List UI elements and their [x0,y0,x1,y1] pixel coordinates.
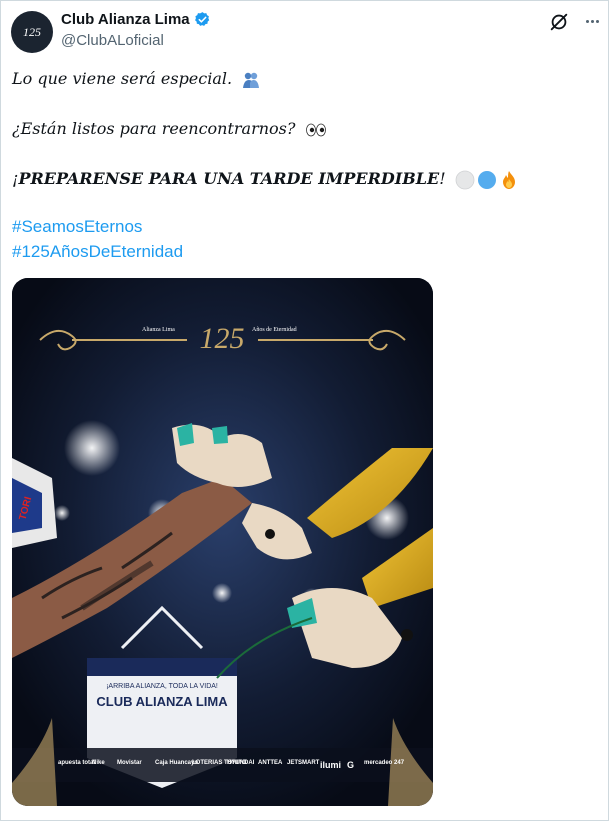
tweet-media-image[interactable]: 125 ¡ARRIBA ALIANZA, TODA LA VIDA! CLUB … [12,278,433,806]
author-display-name[interactable]: Club Alianza Lima [61,11,190,28]
sponsor-logo: G [347,760,355,770]
avatar-label: 125 [23,24,41,39]
eyes-emoji-icon [305,123,326,136]
white-circle-emoji-icon [455,170,475,189]
fire-emoji-icon [502,170,515,189]
pennant-slogan: ¡ARRIBA ALIANZA, TODA LA VIDA! [106,683,218,690]
tweet-line-3-bold: PREPARENSE PARA UNA TARDE IMPERDIBLE [18,169,440,188]
sponsor-logo: Movistar [117,760,142,766]
sponsor-logo: HYUNDAI [227,760,255,766]
hug-emoji-icon [243,72,260,88]
poster-header-right: Años de Eternidad [252,327,297,333]
author-handle[interactable]: @ClubALoficial [61,32,164,49]
poster-header-left: Alianza Lima [142,327,175,333]
grok-icon[interactable] [548,11,570,33]
sponsor-logo: JETSMART [287,760,320,766]
sponsor-logo: ilumi [320,760,342,770]
tweet-line-3-suffix: ! [439,169,446,188]
tweet-line-2-text: ¿Están listos para reencontrarnos? [12,119,296,138]
sponsor-logo: apuesta total [58,760,96,766]
tweet-text-line-3: ¡PREPARENSE PARA UNA TARDE IMPERDIBLE! [12,169,519,190]
poster-illustration: 125 ¡ARRIBA ALIANZA, TODA LA VIDA! CLUB … [12,278,433,806]
tweet-text-line-1: Lo que viene será especial. [12,69,261,90]
hashtag-seamos-eternos[interactable]: #SeamosEternos [12,217,142,237]
sponsor-logo: mercadeo 247 [364,760,405,766]
more-options-icon[interactable] [582,11,602,31]
poster-number: 125 [200,322,245,355]
verified-badge-icon [194,12,209,26]
hashtag-125-anos[interactable]: #125AñosDeEternidad [12,242,183,262]
blue-circle-emoji-icon [477,170,496,189]
sponsor-logo: ANTTEA [258,760,283,766]
sponsor-logo: Nike [92,760,105,766]
avatar[interactable]: 125 [11,11,53,53]
tweet-text-line-2: ¿Están listos para reencontrarnos? [12,119,327,138]
author-name-row[interactable]: Club Alianza Lima [61,11,211,28]
pennant-club-name: CLUB ALIANZA LIMA [96,694,228,709]
tweet-line-1-text: Lo que viene será especial. [12,69,233,88]
